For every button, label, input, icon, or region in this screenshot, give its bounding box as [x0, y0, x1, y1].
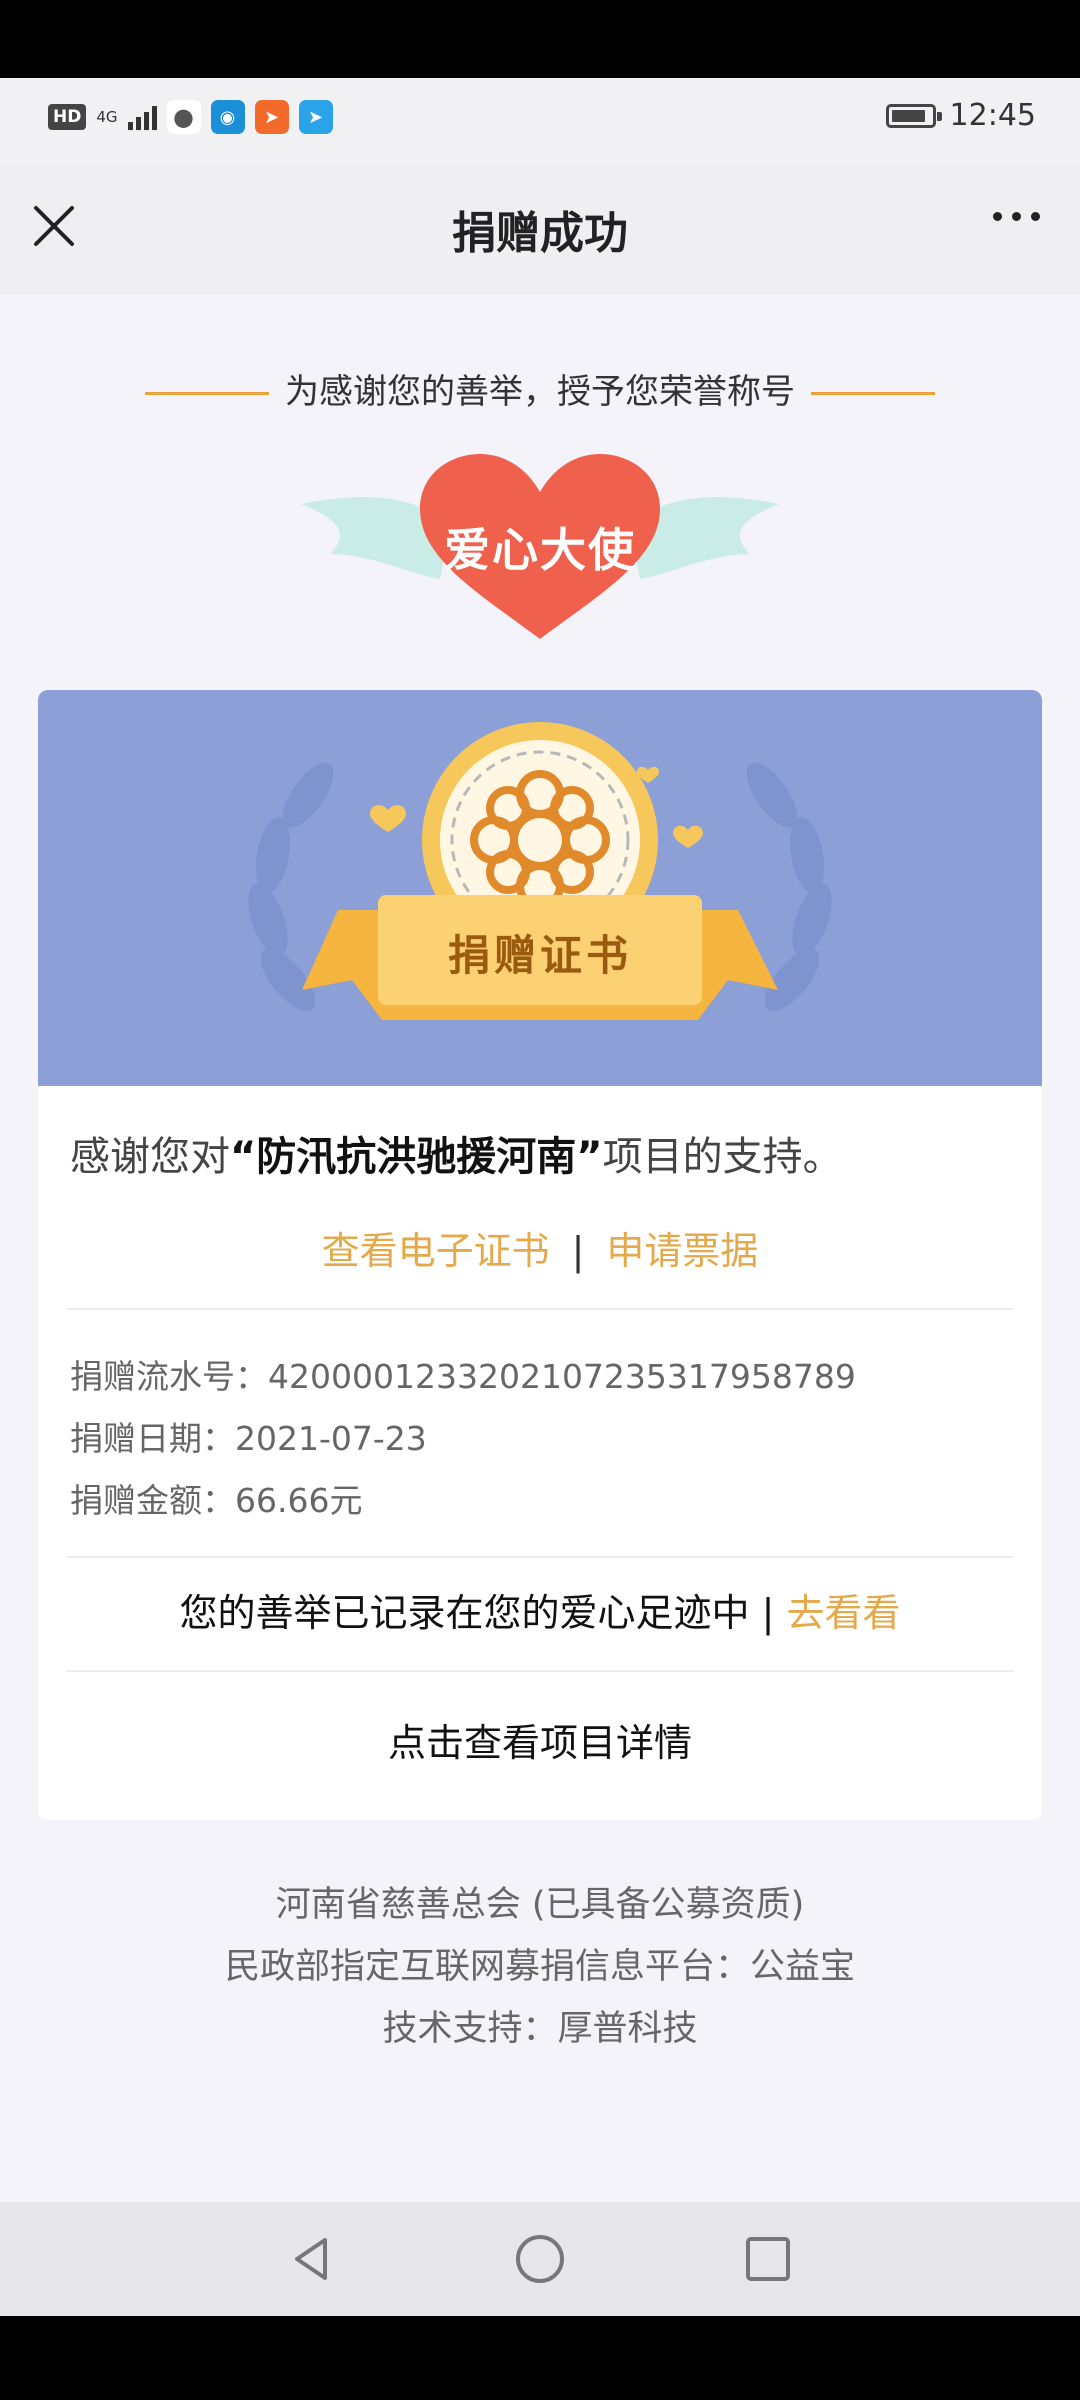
view-certificate-link[interactable]: 查看电子证书	[322, 1229, 550, 1273]
paper-plane-icon: ➤	[298, 100, 333, 134]
recent-apps-icon[interactable]	[740, 2231, 796, 2287]
go-see-link[interactable]: 去看看	[786, 1591, 900, 1635]
nav-bar: 捐赠成功	[0, 164, 1080, 294]
footer-tech-support: 技术支持：厚普科技	[382, 2009, 698, 2049]
project-name: “防汛抗洪驰援河南”	[230, 1134, 603, 1180]
page-title: 捐赠成功	[452, 208, 628, 259]
thanks-prefix: 感谢您对	[70, 1134, 230, 1180]
link-separator: |	[571, 1229, 585, 1273]
hd-badge: HD	[48, 104, 87, 130]
network-type: 4G	[96, 108, 118, 126]
apply-receipt-link[interactable]: 申请票据	[606, 1229, 758, 1273]
signal-icon	[127, 104, 157, 130]
main-content: 为感谢您的善举，授予您荣誉称号 爱心大使 捐赠证书 感谢您对“防汛抗洪驰援河南”…	[0, 294, 1080, 2202]
honor-intro: 为感谢您的善举，授予您荣誉称号	[0, 364, 1080, 413]
certificate-banner: 捐赠证书	[38, 690, 1042, 1086]
divider	[66, 1556, 1014, 1558]
certificate-label: 捐赠证书	[447, 931, 632, 980]
battery-icon	[885, 103, 942, 128]
system-navigation-bar	[0, 2202, 1080, 2316]
home-icon[interactable]	[512, 2231, 568, 2287]
more-options-icon[interactable]	[993, 212, 1040, 221]
back-icon[interactable]	[284, 2231, 340, 2287]
certificate-links: 查看电子证书 | 申请票据	[38, 1220, 1042, 1275]
wechat-icon: ●	[166, 100, 201, 134]
thanks-suffix: 项目的支持。	[602, 1134, 843, 1180]
honor-intro-text: 为感谢您的善举，授予您荣誉称号	[285, 372, 795, 412]
footer-platform: 民政部指定互联网募捐信息平台：公益宝	[224, 1947, 855, 1987]
right-divider	[811, 392, 935, 395]
divider	[66, 1670, 1014, 1672]
bottom-black-strip	[0, 2316, 1080, 2400]
app-notification-icon: ◉	[210, 100, 245, 134]
footprint-text: 您的善举已记录在您的爱心足迹中 |	[179, 1591, 787, 1635]
status-bar: HD 4G ● ◉ ➤ ➤ 12:45	[0, 78, 1080, 164]
project-detail-link[interactable]: 点击查看项目详情	[38, 1712, 1042, 1767]
certificate-card: 捐赠证书 感谢您对“防汛抗洪驰援河南”项目的支持。 查看电子证书 | 申请票据 捐赠…	[38, 690, 1042, 1820]
certificate-illustration	[248, 722, 832, 1020]
left-divider	[145, 392, 269, 395]
honor-title: 爱心大使	[444, 523, 636, 577]
screen: HD 4G ● ◉ ➤ ➤ 12:45 捐赠成功 为感谢您的善举，授予您荣誉称号	[0, 0, 1080, 2400]
top-black-strip	[0, 0, 1080, 78]
clock: 12:45	[949, 98, 1036, 133]
donation-amount: 捐赠金额：66.66元	[70, 1481, 363, 1520]
close-icon[interactable]	[32, 204, 76, 248]
divider	[66, 1308, 1014, 1310]
donation-date: 捐赠日期：2021-07-23	[70, 1419, 427, 1458]
honor-badge: 爱心大使	[290, 444, 790, 644]
thanks-message: 感谢您对“防汛抗洪驰援河南”项目的支持。	[70, 1124, 843, 1182]
serial-number: 捐赠流水号：4200001233202107235317958789	[70, 1357, 856, 1396]
footer-organizer: 河南省慈善总会 (已具备公募资质)	[275, 1885, 805, 1925]
footprint-row: 您的善举已记录在您的爱心足迹中 | 去看看	[38, 1582, 1042, 1637]
send-app-icon: ➤	[254, 100, 289, 134]
